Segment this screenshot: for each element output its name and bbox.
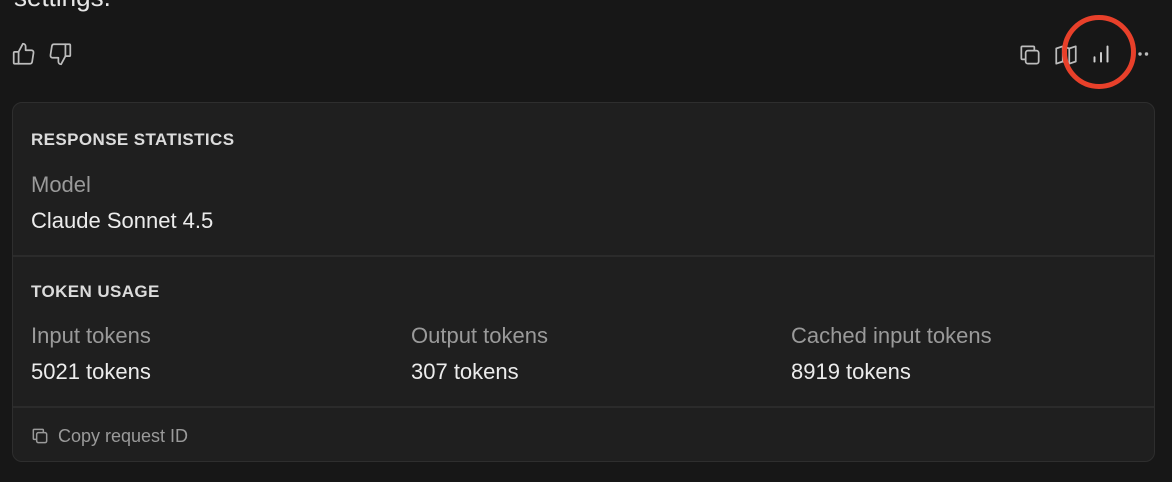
copy-icon bbox=[32, 428, 48, 444]
copy-icon bbox=[1020, 45, 1040, 65]
map-icon bbox=[1055, 45, 1077, 65]
map-button[interactable] bbox=[1052, 41, 1080, 69]
bar-chart-icon bbox=[1093, 45, 1109, 63]
input-tokens-value: 5021 tokens bbox=[31, 359, 151, 384]
cached-input-tokens-label: Cached input tokens bbox=[791, 323, 992, 348]
response-statistics-button[interactable] bbox=[1087, 40, 1115, 68]
model-value: Claude Sonnet 4.5 bbox=[31, 208, 214, 233]
cached-input-tokens-value: 8919 tokens bbox=[791, 359, 911, 384]
message-action-bar bbox=[0, 36, 1172, 72]
thumbs-down-icon bbox=[49, 43, 72, 66]
response-view: settings. bbox=[0, 0, 1172, 482]
output-tokens-value: 307 tokens bbox=[411, 359, 519, 384]
response-statistics-panel: RESPONSE STATISTICS Model Claude Sonnet … bbox=[12, 102, 1155, 462]
previous-message-text: settings. bbox=[14, 0, 111, 13]
copy-request-id-label: Copy request ID bbox=[58, 425, 189, 446]
thumbs-up-button[interactable] bbox=[10, 40, 38, 68]
footer-divider bbox=[13, 406, 1154, 408]
copy-request-id-button[interactable]: Copy request ID bbox=[30, 423, 188, 449]
section-divider bbox=[13, 255, 1154, 257]
thumbs-up-icon bbox=[12, 42, 35, 65]
output-tokens-label: Output tokens bbox=[411, 323, 548, 348]
model-label: Model bbox=[31, 172, 91, 197]
copy-response-button[interactable] bbox=[1016, 41, 1044, 69]
more-options-button[interactable] bbox=[1126, 40, 1154, 68]
token-usage-title: TOKEN USAGE bbox=[31, 282, 160, 301]
more-icon bbox=[1131, 52, 1149, 56]
response-statistics-title: RESPONSE STATISTICS bbox=[31, 130, 235, 149]
thumbs-down-button[interactable] bbox=[46, 40, 74, 68]
input-tokens-label: Input tokens bbox=[31, 323, 151, 348]
